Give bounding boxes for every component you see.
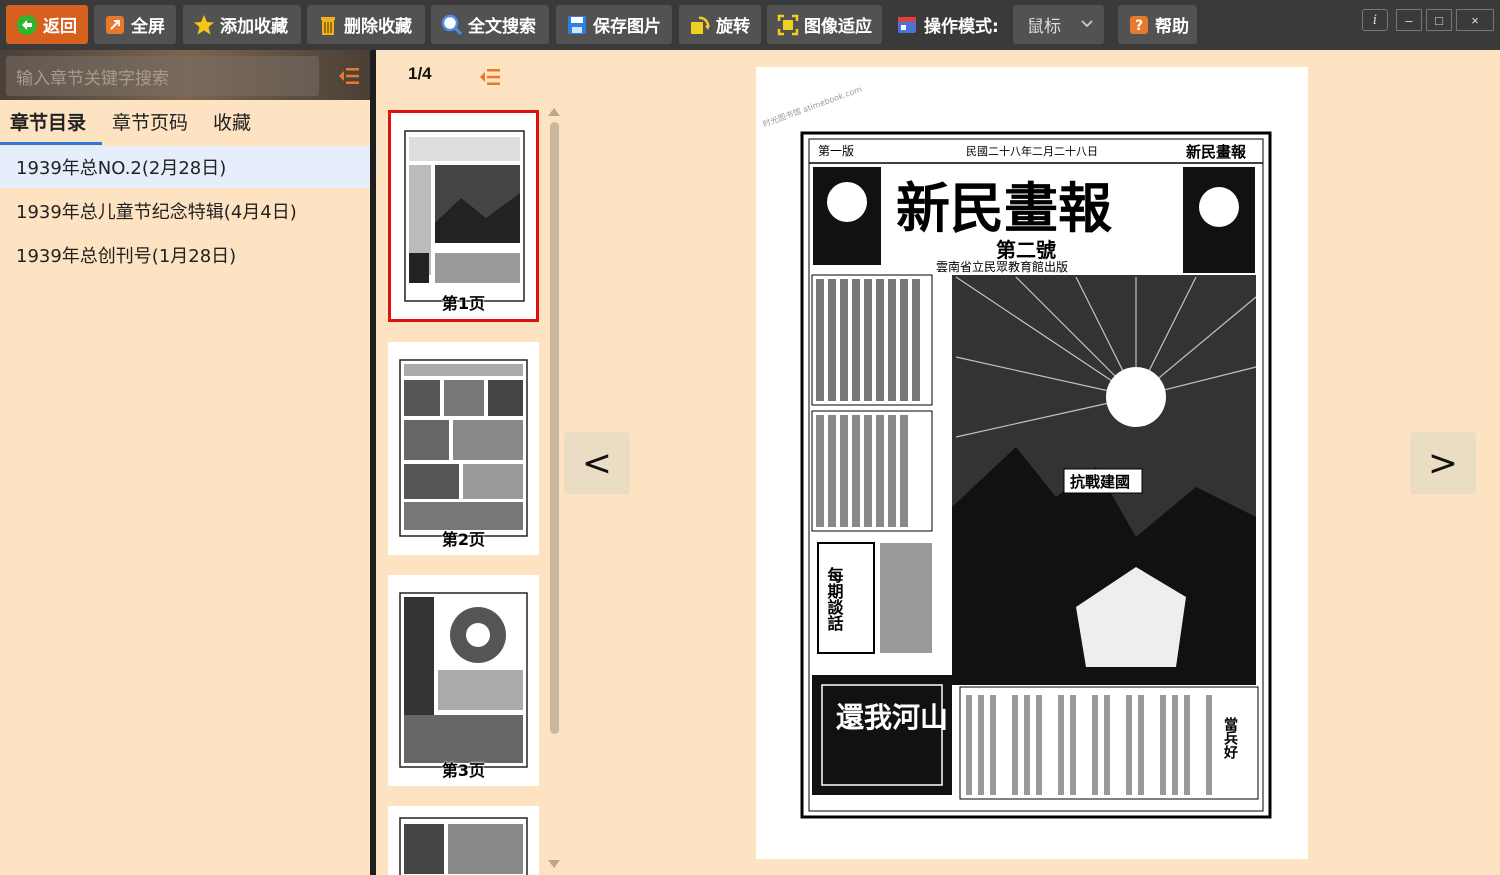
maximize-button[interactable]: □	[1426, 9, 1452, 31]
fit-frame-icon	[777, 14, 799, 36]
page-2-thumbnail-image	[399, 359, 528, 537]
newspaper-page: 时光图书馆 atimebook.com 第一版 民國二十八年二月二十八日 新民畫…	[761, 84, 1272, 819]
operation-mode-select[interactable]: 鼠标	[1013, 5, 1104, 44]
save-disk-icon	[566, 14, 588, 36]
chapter-tabs: 章节目录 章节页码 收藏	[0, 100, 370, 146]
help-label: 帮助	[1155, 17, 1189, 37]
fit-image-button[interactable]: 图像适应	[767, 5, 882, 44]
info-button[interactable]: i	[1362, 9, 1388, 31]
fullscreen-button[interactable]: 全屏	[94, 5, 176, 44]
page-thumbnail[interactable]: 第2页	[388, 342, 539, 555]
fullscreen-label: 全屏	[131, 17, 165, 37]
chapter-panel: 输入章节关键字搜索 章节目录 章节页码 收藏 1939年总NO.2(2月28日)…	[0, 50, 370, 875]
watermark-text: 时光图书馆 atimebook.com	[761, 84, 863, 129]
chapter-item[interactable]: 1939年总儿童节纪念特辑(4月4日)	[0, 190, 370, 232]
scroll-down-arrow[interactable]	[548, 860, 560, 868]
banner-text: 抗戰建國	[1070, 473, 1130, 491]
tab-favorites[interactable]: 收藏	[213, 108, 251, 135]
svg-text:?: ?	[1135, 18, 1143, 34]
newspaper-issue: 第二號	[996, 238, 1056, 262]
fulltext-search-label: 全文搜索	[468, 17, 536, 37]
fulltext-search-button[interactable]: 全文搜索	[431, 5, 549, 44]
next-page-button[interactable]: >	[1410, 432, 1476, 494]
tab-chapter-pages[interactable]: 章节页码	[112, 108, 188, 135]
close-button[interactable]: ×	[1456, 9, 1494, 31]
page-counter: 1/4	[408, 64, 432, 83]
star-icon	[193, 14, 215, 36]
search-icon	[441, 14, 463, 36]
maximize-icon: □	[1435, 12, 1443, 28]
page-1-thumbnail-image	[404, 130, 525, 302]
help-button[interactable]: ? 帮助	[1118, 5, 1197, 44]
chapter-search-input[interactable]: 输入章节关键字搜索	[6, 56, 319, 96]
thumbnail-list-icon[interactable]	[479, 67, 500, 87]
operation-mode-value: 鼠标	[1027, 17, 1061, 37]
operation-mode-label: 操作模式:	[896, 5, 999, 44]
fit-image-label: 图像适应	[804, 17, 872, 37]
newspaper-header-left: 第一版	[818, 144, 854, 158]
fullscreen-icon	[104, 14, 126, 36]
minimize-icon: –	[1405, 12, 1413, 28]
save-image-label: 保存图片	[593, 17, 661, 37]
page-3-thumbnail-image	[399, 592, 528, 768]
rotate-label: 旋转	[716, 17, 750, 37]
page-thumbnail[interactable]	[388, 806, 539, 875]
save-image-button[interactable]: 保存图片	[556, 5, 672, 44]
slogan-text: 還我河山	[836, 701, 948, 734]
newspaper-header-title: 新民畫報	[1186, 143, 1247, 161]
previous-page-button[interactable]: <	[564, 432, 630, 494]
page-4-thumbnail-image	[399, 817, 528, 875]
thumbnail-label: 第3页	[441, 761, 486, 780]
trash-icon	[317, 14, 339, 36]
box-title: 每期談話	[825, 566, 844, 632]
delete-favorite-label: 删除收藏	[344, 17, 412, 37]
page-image[interactable]: 时光图书馆 atimebook.com 第一版 民國二十八年二月二十八日 新民畫…	[756, 67, 1308, 859]
tab-chapter-list[interactable]: 章节目录	[10, 108, 86, 135]
back-arrow-icon	[16, 14, 38, 36]
column-title: 當兵好	[1222, 716, 1239, 760]
rotate-icon	[689, 14, 711, 36]
help-icon: ?	[1128, 14, 1150, 36]
top-toolbar: 返回 全屏 添加收藏 删除收藏 全文搜索 保存图片 旋转 图像适应 操作模式: …	[0, 0, 1500, 50]
back-button[interactable]: 返回	[6, 5, 88, 44]
operation-mode-text: 操作模式:	[924, 17, 999, 37]
scroll-up-arrow[interactable]	[548, 108, 560, 116]
thumbnail-label: 第1页	[441, 294, 486, 313]
active-tab-indicator	[0, 142, 102, 145]
newspaper-header-date: 民國二十八年二月二十八日	[966, 144, 1098, 158]
delete-favorite-button[interactable]: 删除收藏	[307, 5, 425, 44]
minimize-button[interactable]: –	[1396, 9, 1422, 31]
mode-window-icon	[896, 14, 918, 36]
chevron-down-icon	[1080, 15, 1094, 35]
chapter-search-placeholder: 输入章节关键字搜索	[16, 68, 169, 89]
thumbnail-strip: 1/4 第1页 第2页 第3页	[376, 50, 566, 875]
page-thumbnail[interactable]: 第1页	[388, 110, 539, 322]
thumbnail-scrollbar[interactable]	[550, 122, 559, 734]
chapter-search-bar: 输入章节关键字搜索	[0, 50, 370, 100]
collapse-list-icon[interactable]	[338, 66, 360, 86]
newspaper-masthead: 新民畫報	[896, 176, 1112, 240]
back-label: 返回	[43, 17, 77, 37]
info-icon: i	[1372, 12, 1378, 28]
close-icon: ×	[1471, 12, 1479, 28]
add-favorite-button[interactable]: 添加收藏	[183, 5, 301, 44]
add-favorite-label: 添加收藏	[220, 17, 288, 37]
page-thumbnail[interactable]: 第3页	[388, 575, 539, 786]
newspaper-subtitle: 雲南省立民眾教育館出版	[936, 259, 1068, 274]
thumbnail-label: 第2页	[441, 530, 486, 549]
chapter-item[interactable]: 1939年总创刊号(1月28日)	[0, 234, 370, 276]
chapter-item[interactable]: 1939年总NO.2(2月28日)	[0, 146, 370, 188]
rotate-button[interactable]: 旋转	[679, 5, 761, 44]
